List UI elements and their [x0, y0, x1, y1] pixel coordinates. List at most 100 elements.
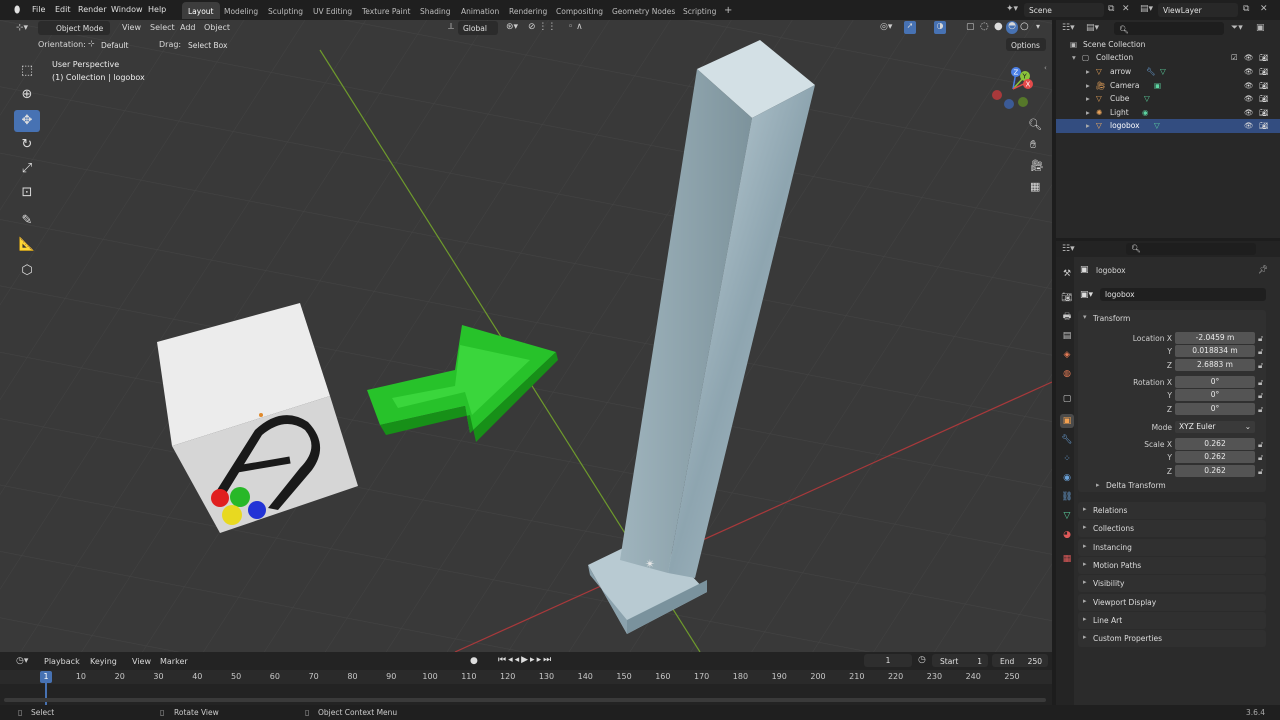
transform-orientation-icon[interactable]: ⟂ [448, 22, 454, 32]
camera-render-icon[interactable]: 📷︎ [1259, 53, 1269, 62]
menu-object[interactable]: Object [204, 23, 230, 32]
rotation-z-field[interactable]: 0° [1175, 403, 1255, 415]
playhead[interactable]: 1 [40, 671, 52, 683]
eye-icon[interactable]: 👁︎ [1244, 94, 1254, 103]
lock-icon[interactable]: 🔓︎ [1258, 361, 1263, 371]
collections-panel[interactable]: Collections [1078, 520, 1266, 537]
delta-transform-header[interactable]: Delta Transform [1106, 481, 1166, 490]
expand-icon[interactable]: ▸ [1086, 121, 1090, 130]
scale-x-field[interactable]: 0.262 [1175, 438, 1255, 450]
view-layer-tab-icon[interactable]: ▤ [1060, 329, 1074, 343]
delete-view-layer-icon[interactable]: ✕ [1260, 4, 1268, 14]
exclude-checkbox[interactable]: ☑ [1231, 53, 1238, 62]
select-box-tool-icon[interactable]: ⬚ [14, 60, 40, 82]
expand-delta-icon[interactable]: ▸ [1096, 481, 1100, 489]
filter-icon[interactable]: ⏷▾ [1231, 23, 1243, 33]
menu-timeline-view[interactable]: View [132, 657, 151, 666]
outliner-item-light[interactable]: ▸ ✺ Light ◉ 👁︎ 📷︎ [1056, 106, 1280, 120]
add-cube-tool-icon[interactable]: ⬡ [14, 260, 40, 282]
menu-add[interactable]: Add [180, 23, 196, 32]
options-dropdown[interactable]: Options [1006, 38, 1046, 51]
menu-render[interactable]: Render [78, 5, 106, 14]
annotate-tool-icon[interactable]: ✎ [14, 210, 40, 232]
physics-tab-icon[interactable]: ◉ [1060, 471, 1074, 485]
object-data-icon[interactable]: ▣▾ [1080, 290, 1093, 300]
material-tab-icon[interactable]: ◕ [1060, 528, 1074, 542]
measure-tool-icon[interactable]: 📐 [14, 234, 40, 256]
scene-field[interactable]: Scene [1024, 3, 1104, 17]
move-tool-icon[interactable]: ✥ [14, 110, 40, 132]
rotation-x-field[interactable]: 0° [1175, 376, 1255, 388]
texture-tab-icon[interactable]: ▦ [1060, 552, 1074, 566]
menu-help[interactable]: Help [148, 5, 166, 14]
lock-icon[interactable]: 🔓︎ [1258, 378, 1263, 388]
menu-keying[interactable]: Keying [90, 657, 117, 666]
ortho-grid-icon[interactable]: ▦ [1030, 180, 1040, 193]
timeline-editor-icon[interactable]: ◷▾ [16, 656, 28, 666]
lock-icon[interactable]: 🔓︎ [1258, 405, 1263, 415]
menu-edit[interactable]: Edit [55, 5, 71, 14]
proportional-edit-icon[interactable]: ◦ ∧ [568, 22, 583, 32]
object-mode-dropdown[interactable]: Object Mode [38, 21, 110, 35]
sidebar-toggle-icon[interactable]: ‹ [1044, 64, 1047, 72]
shading-options-icon[interactable]: ▾ [1036, 22, 1040, 31]
properties-editor-icon[interactable]: ☷▾ [1062, 244, 1075, 254]
tab-rendering[interactable]: Rendering [503, 2, 553, 19]
expand-icon[interactable]: ▸ [1086, 108, 1090, 117]
timeline-scrollbar[interactable] [4, 698, 1046, 702]
camera-render-icon[interactable]: 📷︎ [1259, 94, 1269, 103]
pan-hand-icon[interactable]: ✋︎ [1030, 138, 1036, 152]
world-tab-icon[interactable]: ◍ [1060, 367, 1074, 381]
location-y-field[interactable]: 0.018834 m [1175, 345, 1255, 357]
delete-scene-icon[interactable]: ✕ [1122, 4, 1130, 14]
properties-panel[interactable]: ☷▾ 🔍︎ ⚒ 📷︎ 🖶 ▤ ◈ ◍ ▢ ▣ 🔧︎ ⁘ ◉ ⛓ ▽ ◕ ▦ ▣ … [1056, 241, 1280, 705]
shading-solid-icon[interactable]: ● [994, 21, 1003, 32]
menu-file[interactable]: File [32, 5, 45, 14]
clock-icon[interactable]: ◷ [918, 655, 926, 665]
eye-icon[interactable]: 👁︎ [1244, 53, 1254, 62]
editor-type-icon[interactable]: ⊹▾ [16, 23, 28, 33]
view-layer-field[interactable]: ViewLayer [1158, 3, 1238, 17]
record-icon[interactable]: ● [470, 656, 478, 666]
scale-z-field[interactable]: 0.262 [1175, 465, 1255, 477]
render-tab-icon[interactable]: 📷︎ [1060, 291, 1074, 305]
xray-icon[interactable]: ▢ [966, 22, 975, 32]
outliner-panel[interactable]: ☷▾ ▤▾ 🔍︎ ⏷▾ ▣ ▣ Scene Collection ▾ ▢ Col… [1056, 20, 1280, 238]
new-view-layer-icon[interactable]: ⧉ [1243, 4, 1249, 14]
rotation-mode-dropdown[interactable]: XYZ Euler ⌄ [1175, 421, 1255, 433]
playback-controls-icon[interactable]: ⏮◂◂▶▸▸⏭ [498, 655, 553, 665]
blender-logo-icon[interactable]: ⬮ [14, 5, 20, 16]
scene-tab-icon[interactable]: ◈ [1060, 348, 1074, 362]
outliner-scene-collection[interactable]: ▣ Scene Collection [1056, 38, 1280, 52]
lock-icon[interactable]: 🔓︎ [1258, 440, 1263, 450]
scale-tool-icon[interactable]: ⤢ [14, 158, 40, 180]
pivot-icon[interactable]: ⊛▾ [506, 22, 518, 32]
custom-properties-panel[interactable]: Custom Properties [1078, 630, 1266, 647]
output-tab-icon[interactable]: 🖶 [1060, 310, 1074, 324]
expand-icon[interactable]: ▸ [1086, 94, 1090, 103]
lock-icon[interactable]: 🔓︎ [1258, 453, 1263, 463]
eye-icon[interactable]: 👁︎ [1244, 108, 1254, 117]
expand-collection-icon[interactable]: ▾ [1072, 53, 1076, 62]
drag-dropdown[interactable]: Select Box [183, 38, 235, 51]
object-tab-icon[interactable]: ▣ [1060, 414, 1074, 428]
new-collection-icon[interactable]: ▣ [1256, 23, 1265, 33]
display-mode-icon[interactable]: ▤▾ [1086, 23, 1099, 33]
current-frame-field[interactable]: 1 [864, 654, 912, 667]
visibility-icon[interactable]: ◎▾ [880, 22, 892, 32]
tab-geometry-nodes[interactable]: Geometry Nodes [606, 2, 681, 19]
data-tab-icon[interactable]: ▽ [1060, 509, 1074, 523]
tab-sculpting[interactable]: Sculpting [262, 2, 309, 19]
object-name-field[interactable]: logobox [1100, 288, 1266, 301]
snap-icon[interactable]: ⊘ ⋮⋮ [528, 22, 556, 32]
lock-icon[interactable]: 🔓︎ [1258, 347, 1263, 357]
tab-scripting[interactable]: Scripting [677, 2, 722, 19]
motion-paths-panel[interactable]: Motion Paths [1078, 557, 1266, 574]
timeline[interactable]: ◷▾ Playback Keying View Marker ● ⏮◂◂▶▸▸⏭… [0, 652, 1052, 705]
tab-modeling[interactable]: Modeling [218, 2, 264, 19]
instancing-panel[interactable]: Instancing [1078, 539, 1266, 556]
camera-view-icon[interactable]: 🎥︎ [1030, 159, 1044, 172]
menu-playback[interactable]: Playback [44, 657, 80, 666]
lock-icon[interactable]: 🔓︎ [1258, 467, 1263, 477]
outliner-item-cube[interactable]: ▸ ▽ Cube ▽ 👁︎ 📷︎ [1056, 92, 1280, 106]
